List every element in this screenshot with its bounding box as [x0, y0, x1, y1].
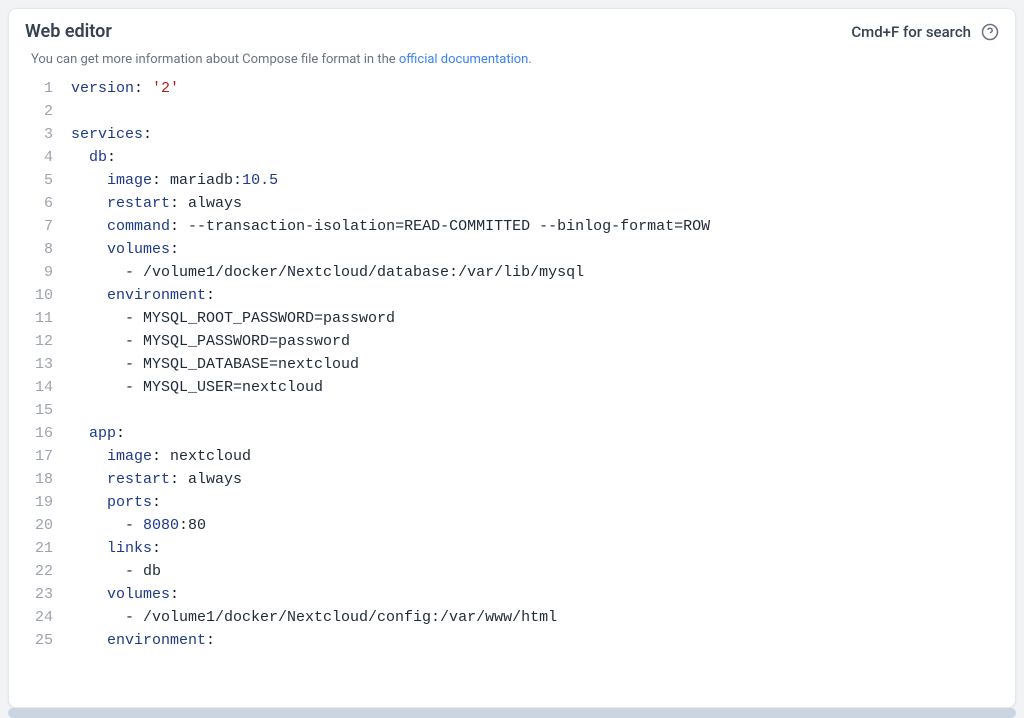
line-number: 1 — [17, 77, 53, 100]
horizontal-scrollbar[interactable] — [8, 708, 1016, 718]
code-line[interactable]: version: '2' — [71, 77, 999, 100]
line-number: 7 — [17, 215, 53, 238]
code-line[interactable]: - MYSQL_PASSWORD=password — [71, 330, 999, 353]
line-number: 13 — [17, 353, 53, 376]
code-line[interactable]: - MYSQL_ROOT_PASSWORD=password — [71, 307, 999, 330]
description-prefix: You can get more information about Compo… — [31, 52, 399, 67]
code-line[interactable]: ports: — [71, 491, 999, 514]
line-number: 16 — [17, 422, 53, 445]
line-number: 15 — [17, 399, 53, 422]
code-line[interactable]: volumes: — [71, 583, 999, 606]
code-line[interactable] — [71, 100, 999, 123]
code-line[interactable]: environment: — [71, 629, 999, 652]
code-line[interactable]: - /volume1/docker/Nextcloud/config:/var/… — [71, 606, 999, 629]
code-content[interactable]: version: '2' services: db: image: mariad… — [71, 77, 1015, 707]
help-icon[interactable] — [981, 23, 999, 41]
code-line[interactable]: - MYSQL_DATABASE=nextcloud — [71, 353, 999, 376]
code-line[interactable]: db: — [71, 146, 999, 169]
line-number: 6 — [17, 192, 53, 215]
line-number: 25 — [17, 629, 53, 652]
line-number: 3 — [17, 123, 53, 146]
code-line[interactable]: - /volume1/docker/Nextcloud/database:/va… — [71, 261, 999, 284]
code-line[interactable]: volumes: — [71, 238, 999, 261]
line-number: 18 — [17, 468, 53, 491]
description-suffix: . — [528, 52, 531, 67]
line-number: 24 — [17, 606, 53, 629]
code-line[interactable]: services: — [71, 123, 999, 146]
header-right: Cmd+F for search — [851, 23, 999, 41]
code-line[interactable]: command: --transaction-isolation=READ-CO… — [71, 215, 999, 238]
line-number: 12 — [17, 330, 53, 353]
line-number: 22 — [17, 560, 53, 583]
line-number: 21 — [17, 537, 53, 560]
editor-description: You can get more information about Compo… — [9, 46, 1015, 77]
line-number: 5 — [17, 169, 53, 192]
web-editor-panel: Web editor Cmd+F for search You can get … — [8, 8, 1016, 708]
line-number: 9 — [17, 261, 53, 284]
line-number: 4 — [17, 146, 53, 169]
line-number: 10 — [17, 284, 53, 307]
code-line[interactable]: - MYSQL_USER=nextcloud — [71, 376, 999, 399]
line-number: 23 — [17, 583, 53, 606]
editor-header: Web editor Cmd+F for search — [9, 9, 1015, 46]
line-number-gutter: 1234567891011121314151617181920212223242… — [17, 77, 71, 707]
code-line[interactable]: restart: always — [71, 192, 999, 215]
line-number: 14 — [17, 376, 53, 399]
editor-title: Web editor — [25, 21, 112, 42]
search-shortcut-hint: Cmd+F for search — [851, 23, 971, 41]
code-line[interactable]: environment: — [71, 284, 999, 307]
line-number: 8 — [17, 238, 53, 261]
code-line[interactable]: - 8080:80 — [71, 514, 999, 537]
line-number: 20 — [17, 514, 53, 537]
line-number: 11 — [17, 307, 53, 330]
documentation-link[interactable]: official documentation — [399, 52, 528, 67]
code-editor[interactable]: 1234567891011121314151617181920212223242… — [9, 77, 1015, 707]
code-line[interactable]: links: — [71, 537, 999, 560]
code-line[interactable]: image: mariadb:10.5 — [71, 169, 999, 192]
line-number: 17 — [17, 445, 53, 468]
code-line[interactable]: image: nextcloud — [71, 445, 999, 468]
line-number: 19 — [17, 491, 53, 514]
code-line[interactable]: - db — [71, 560, 999, 583]
line-number: 2 — [17, 100, 53, 123]
code-line[interactable] — [71, 399, 999, 422]
code-line[interactable]: app: — [71, 422, 999, 445]
code-line[interactable]: restart: always — [71, 468, 999, 491]
